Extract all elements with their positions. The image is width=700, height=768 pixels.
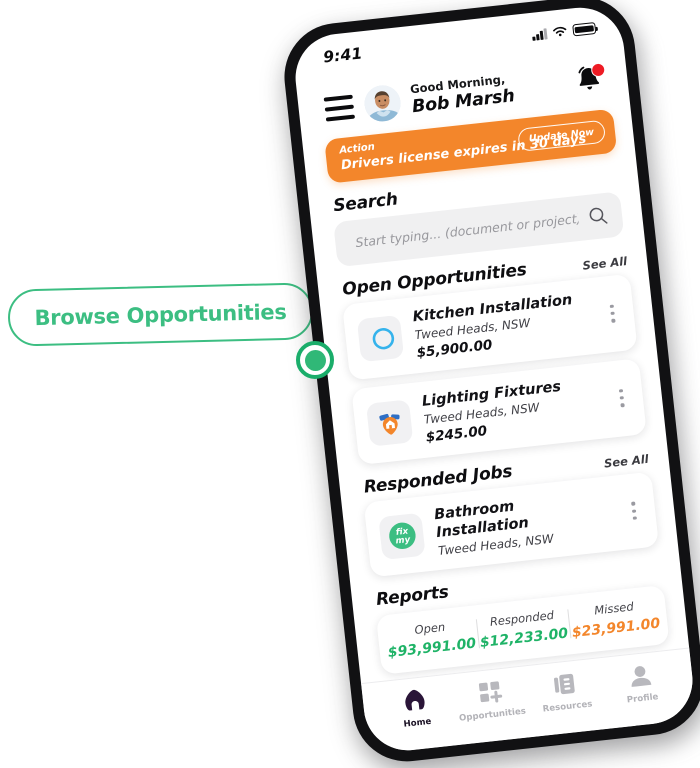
cellular-signal-icon xyxy=(532,27,548,41)
target-dot-marker xyxy=(296,341,334,379)
notification-bell-button[interactable] xyxy=(574,62,607,98)
phone-screen: 9:41 Good Morning, Bob Marsh Action Driv… xyxy=(291,3,697,755)
report-value: $12,233.00 xyxy=(479,625,569,651)
kebab-menu-icon[interactable] xyxy=(611,384,632,412)
svg-text:my: my xyxy=(395,535,411,547)
report-column-missed[interactable]: Missed $23,991.00 xyxy=(567,596,663,641)
avatar-illustration xyxy=(362,83,403,124)
responded-job-card-body: Bathroom Installation Tweed Heads, NSW xyxy=(433,487,615,559)
phone-body: 9:41 Good Morning, Bob Marsh Action Driv… xyxy=(278,0,700,767)
target-dot-inner xyxy=(304,349,326,371)
screenshot-stage: Browse Opportunities 9:41 Good Morning, … xyxy=(0,0,700,768)
kebab-menu-icon[interactable] xyxy=(624,497,645,525)
opportunity-card-body: Lighting Fixtures Tweed Heads, NSW $245.… xyxy=(421,373,603,446)
blue-crescent-circle-logo xyxy=(356,314,405,363)
status-time: 9:41 xyxy=(322,44,364,67)
hamburger-menu-icon[interactable] xyxy=(323,94,356,122)
clipboard-icon xyxy=(551,670,579,698)
nav-item-home[interactable]: Home xyxy=(376,683,455,732)
status-icons xyxy=(532,22,597,41)
nav-label: Home xyxy=(403,716,432,730)
fixmy-green-circle-logo: fix my xyxy=(378,512,426,560)
greeting-block: Good Morning, Bob Marsh xyxy=(409,67,567,118)
nav-item-resources[interactable]: Resources xyxy=(526,667,605,716)
nav-label: Resources xyxy=(542,699,593,715)
home-icon xyxy=(401,686,429,714)
report-label: Open xyxy=(413,619,446,637)
nav-item-opportunities[interactable]: Opportunities xyxy=(451,675,530,724)
nav-item-profile[interactable]: Profile xyxy=(601,659,680,708)
nav-label: Opportunities xyxy=(458,706,527,724)
person-icon xyxy=(626,662,654,690)
search-icon[interactable] xyxy=(587,205,609,227)
responded-jobs-see-all[interactable]: See All xyxy=(603,451,649,471)
opportunity-card-body: Kitchen Installation Tweed Heads, NSW $5… xyxy=(412,289,594,362)
report-value: $23,991.00 xyxy=(571,615,661,641)
action-banner-text: Action Drivers license expires in 30 day… xyxy=(339,127,587,174)
open-opportunities-see-all[interactable]: See All xyxy=(582,254,628,274)
kebab-menu-icon[interactable] xyxy=(602,300,623,328)
orange-map-pin-house-logo xyxy=(365,399,414,447)
report-value: $93,991.00 xyxy=(387,635,477,661)
grid-plus-icon xyxy=(476,678,504,706)
report-label: Missed xyxy=(593,599,635,618)
nav-label: Profile xyxy=(626,692,659,706)
report-label: Responded xyxy=(489,607,555,629)
user-avatar-photo[interactable] xyxy=(362,83,403,124)
callout-label: Browse Opportunities xyxy=(34,299,287,330)
report-column-open[interactable]: Open $93,991.00 xyxy=(383,616,479,661)
callout-browse-opportunities[interactable]: Browse Opportunities xyxy=(7,282,314,347)
notification-badge-dot xyxy=(590,62,606,78)
battery-icon xyxy=(572,22,597,37)
wifi-icon xyxy=(553,26,567,37)
phone-mockup: 9:41 Good Morning, Bob Marsh Action Driv… xyxy=(278,0,700,768)
report-column-responded[interactable]: Responded $12,233.00 xyxy=(475,606,571,651)
search-input[interactable] xyxy=(352,209,582,251)
update-now-button[interactable]: Update Now xyxy=(516,119,607,152)
